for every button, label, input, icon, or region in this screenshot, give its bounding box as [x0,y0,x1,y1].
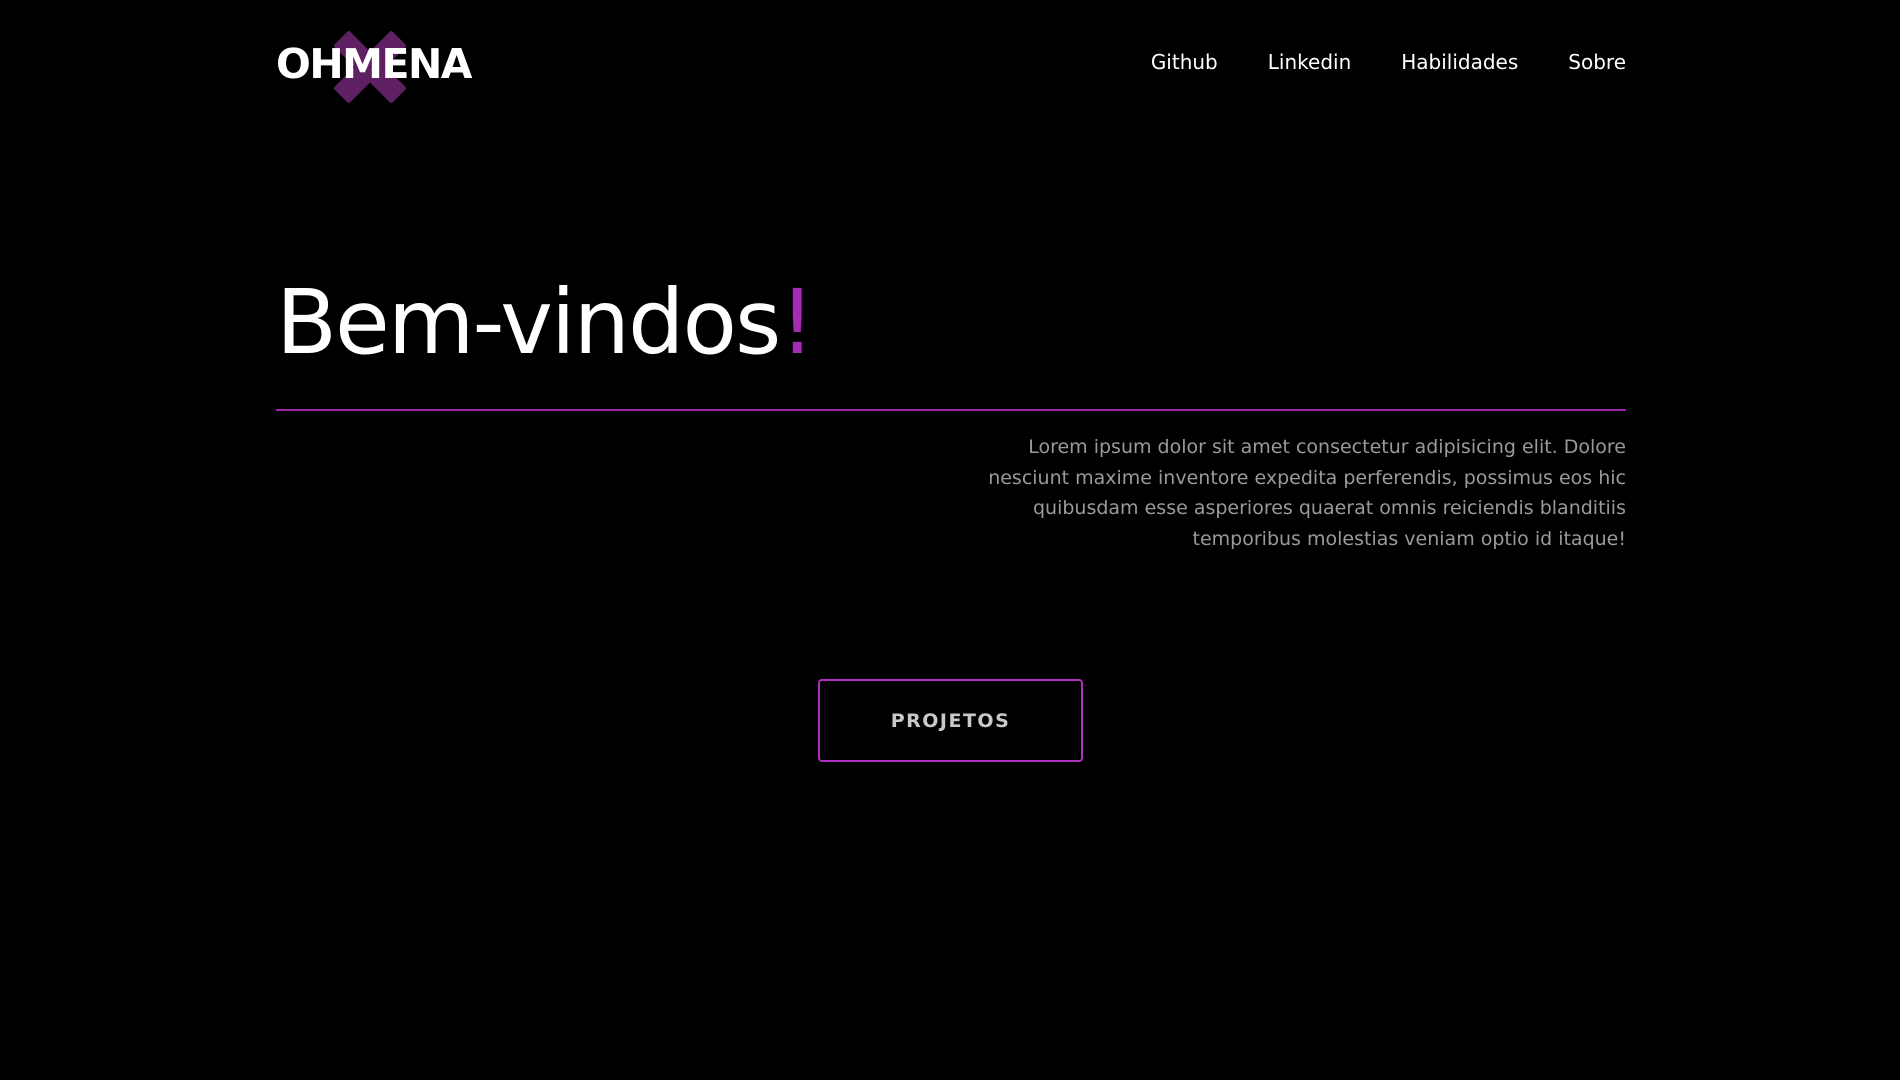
hero-title-exclamation: ! [779,270,815,374]
nav-link-sobre[interactable]: Sobre [1568,52,1626,72]
hero-title: Bem-vindos! [276,278,815,367]
nav-link-linkedin[interactable]: Linkedin [1268,52,1351,72]
hero-divider [276,409,1626,411]
site-header: OHMENA Github Linkedin Habilidades Sobre [276,28,1626,104]
logo-text: OHMENA [276,40,473,88]
nav-link-habilidades[interactable]: Habilidades [1401,52,1518,72]
main-nav: Github Linkedin Habilidades Sobre [1151,52,1626,72]
projetos-button[interactable]: PROJETOS [818,679,1083,762]
hero-title-text: Bem-vindos [276,270,781,374]
page: OHMENA Github Linkedin Habilidades Sobre… [0,0,1900,1080]
logo-link[interactable]: OHMENA [276,28,476,104]
intro-text: Lorem ipsum dolor sit amet consectetur a… [988,436,1626,550]
nav-link-github[interactable]: Github [1151,52,1218,72]
